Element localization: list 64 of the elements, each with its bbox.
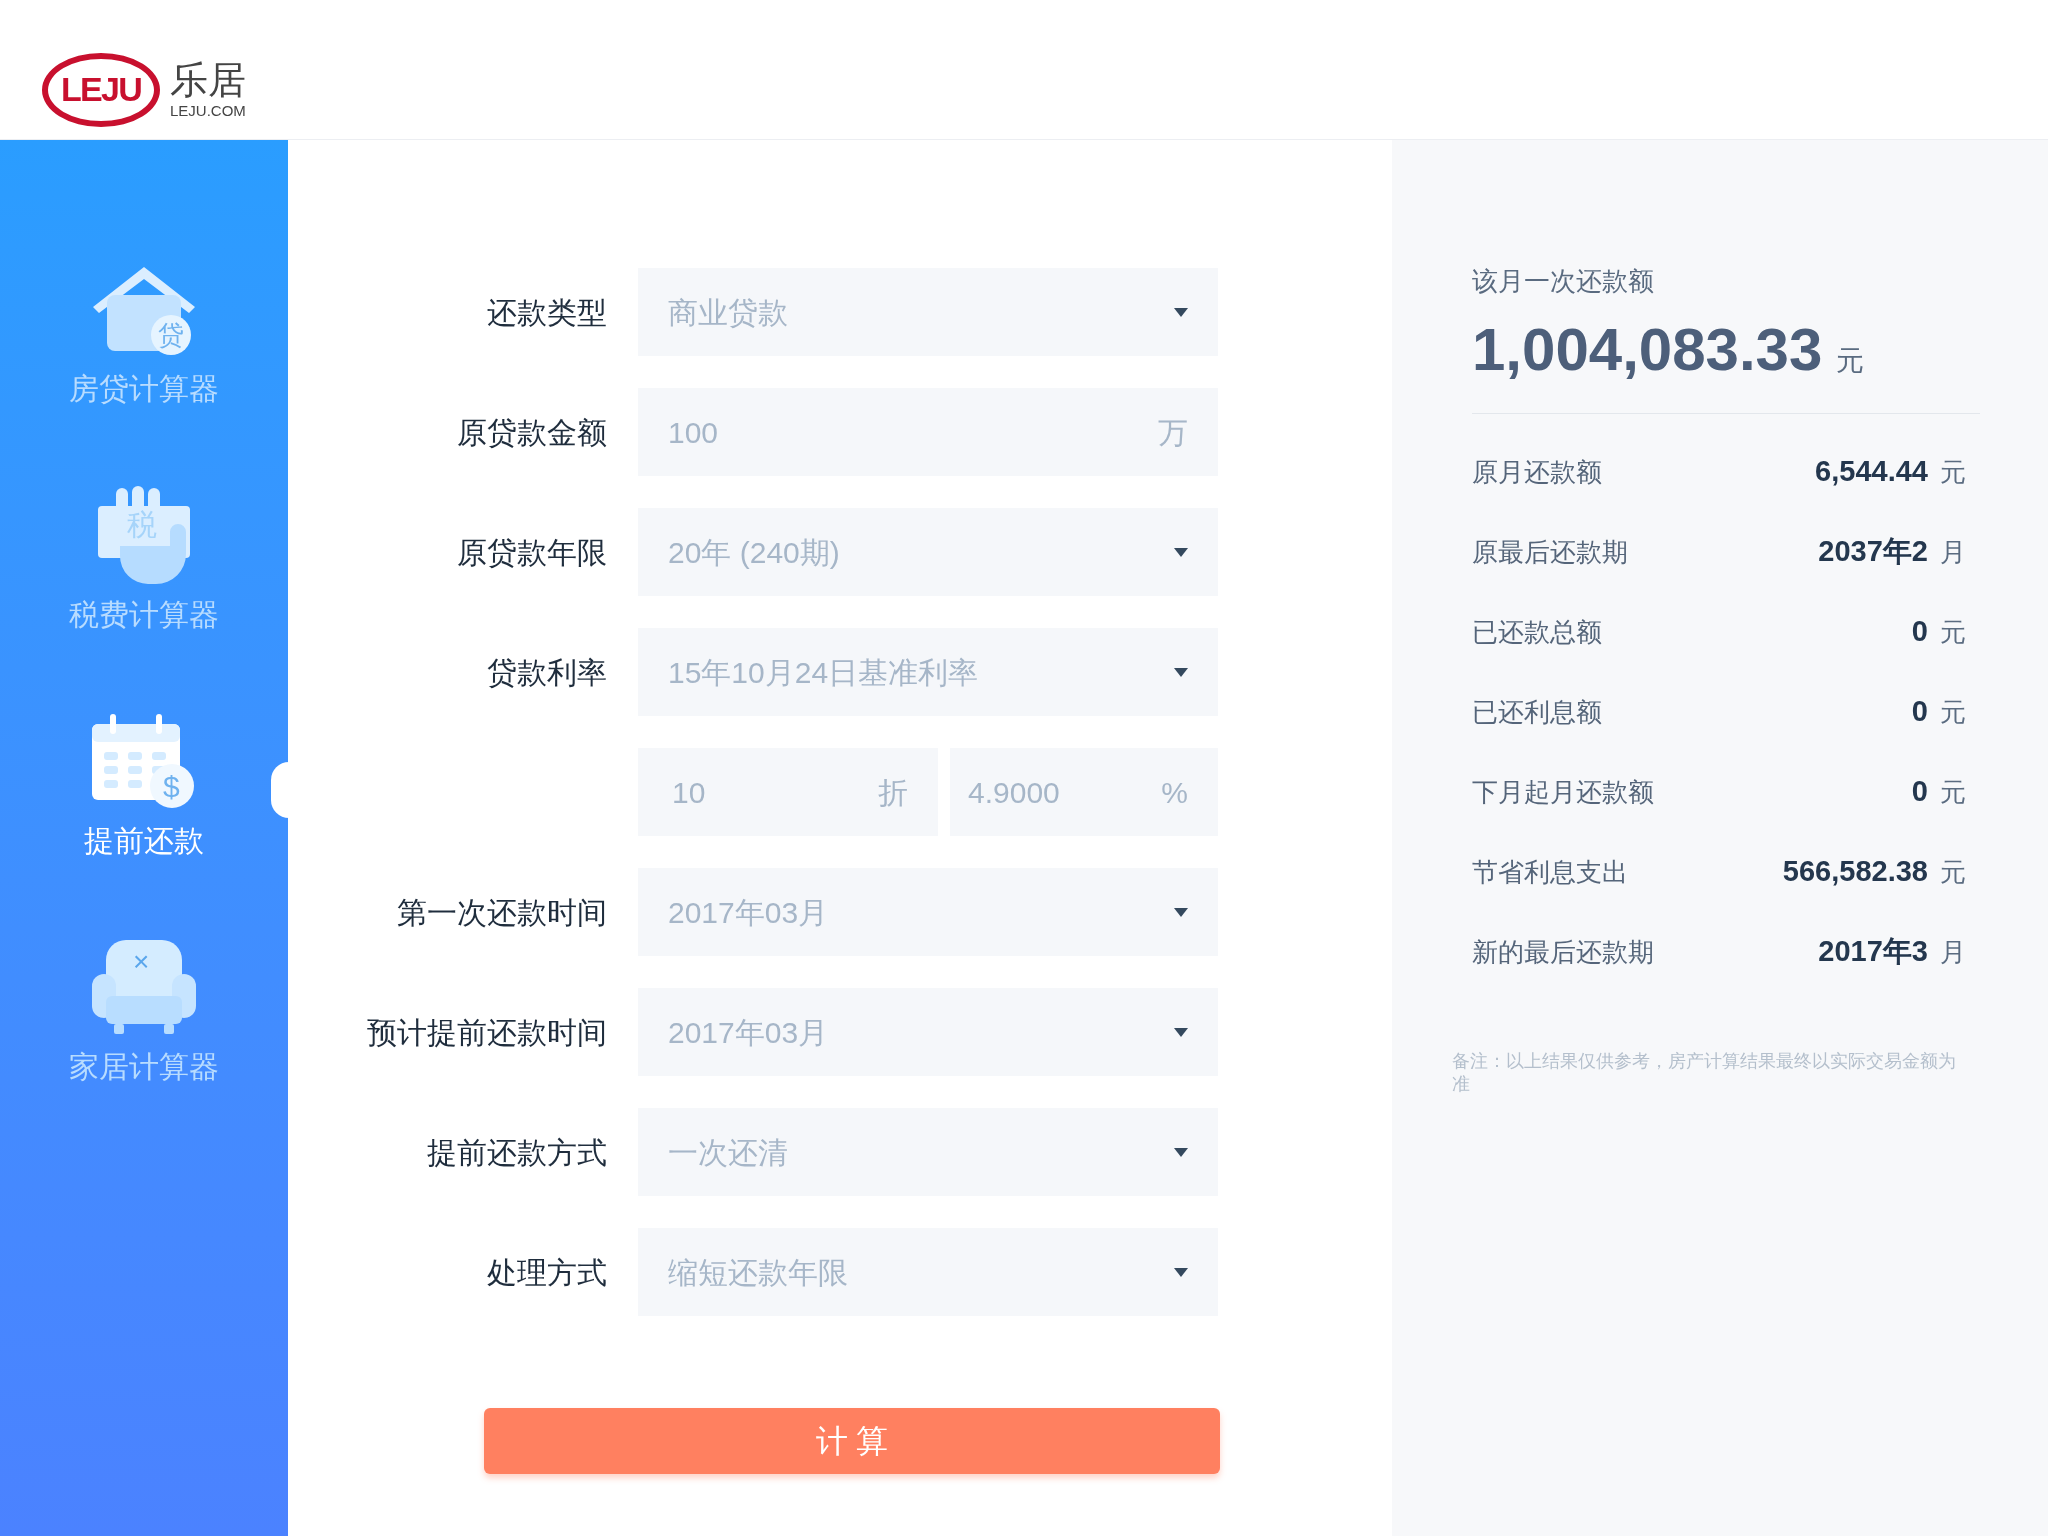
input-field[interactable]: 100 万	[638, 388, 1218, 476]
dropdown-caret-icon	[1174, 547, 1188, 557]
result-value: 6,544.44	[1815, 454, 1928, 490]
result-value: 566,582.38	[1782, 854, 1928, 890]
result-unit: 月	[1940, 936, 1966, 970]
dropdown-caret-icon	[1174, 907, 1188, 917]
icon-glyph: 贷	[158, 322, 184, 348]
amount-unit: 元	[1836, 344, 1865, 378]
result-label: 已还款总额	[1472, 615, 1602, 649]
field-label: 预计提前还款时间	[367, 1014, 607, 1051]
icon-glyph: $	[163, 772, 180, 802]
result-unit: 元	[1940, 856, 1966, 890]
field-label: 贷款利率	[487, 654, 607, 691]
result-unit: 元	[1940, 776, 1966, 810]
dropdown-caret-icon	[1174, 307, 1188, 317]
result-label: 已还利息额	[1472, 695, 1602, 729]
result-unit: 元	[1940, 456, 1966, 490]
dropdown-field[interactable]: 2017年03月	[638, 868, 1218, 956]
calculate-button[interactable]: 计 算	[484, 1408, 1220, 1474]
result-label: 下月起月还款额	[1472, 775, 1654, 809]
result-title: 该月一次还款额	[1472, 265, 1655, 298]
result-amount: 1,004,083.33	[1472, 315, 1823, 385]
armchair-icon	[92, 940, 196, 1036]
result-value: 2037年2	[1818, 534, 1928, 570]
sidebar-item[interactable]: 税费计算器	[69, 600, 219, 630]
selection-notch	[271, 762, 289, 818]
dropdown-field[interactable]: 一次还清	[638, 1108, 1218, 1196]
result-label: 节省利息支出	[1472, 855, 1628, 889]
input-field[interactable]: 4.9000 %	[950, 748, 1218, 836]
dropdown-field[interactable]: 商业贷款	[638, 268, 1218, 356]
calendar-money-icon	[92, 714, 196, 810]
dropdown-caret-icon	[1174, 1267, 1188, 1277]
dropdown-field[interactable]: 2017年03月	[638, 988, 1218, 1076]
field-label: 第一次还款时间	[397, 894, 607, 931]
dropdown-caret-icon	[1174, 1027, 1188, 1037]
sidebar-item[interactable]: 家居计算器	[69, 1052, 219, 1082]
dropdown-field[interactable]: 15年10月24日基准利率	[638, 628, 1218, 716]
result-unit: 元	[1940, 616, 1966, 650]
logo-mark: LEJU	[42, 52, 160, 127]
field-label: 原贷款金额	[457, 414, 607, 451]
result-unit: 月	[1940, 536, 1966, 570]
icon-glyph: ×	[133, 948, 150, 976]
result-label: 原最后还款期	[1472, 535, 1628, 569]
field-label: 提前还款方式	[427, 1134, 607, 1171]
result-label: 原月还款额	[1472, 455, 1602, 489]
dropdown-caret-icon	[1174, 1147, 1188, 1157]
input-field[interactable]: 10 折	[638, 748, 938, 836]
disclaimer-note: 备注：以上结果仅供参考，房产计算结果最终以实际交易金额为准	[1452, 1050, 1957, 1095]
sidebar-item[interactable]: 房贷计算器	[69, 374, 219, 404]
result-label: 新的最后还款期	[1472, 935, 1654, 969]
result-value: 0	[1911, 774, 1928, 810]
field-label: 还款类型	[487, 294, 607, 331]
sidebar-item[interactable]: 提前还款	[84, 826, 204, 856]
dropdown-field[interactable]: 20年 (240期)	[638, 508, 1218, 596]
result-value: 0	[1911, 614, 1928, 650]
result-value: 2017年3	[1818, 934, 1928, 970]
dropdown-field[interactable]: 缩短还款年限	[638, 1228, 1218, 1316]
logo-domain: LEJU.COM	[170, 103, 246, 118]
dropdown-caret-icon	[1174, 667, 1188, 677]
result-value: 0	[1911, 694, 1928, 730]
field-label: 处理方式	[487, 1254, 607, 1291]
logo-name: 乐居	[170, 61, 246, 99]
result-unit: 元	[1940, 696, 1966, 730]
field-label: 原贷款年限	[457, 534, 607, 571]
